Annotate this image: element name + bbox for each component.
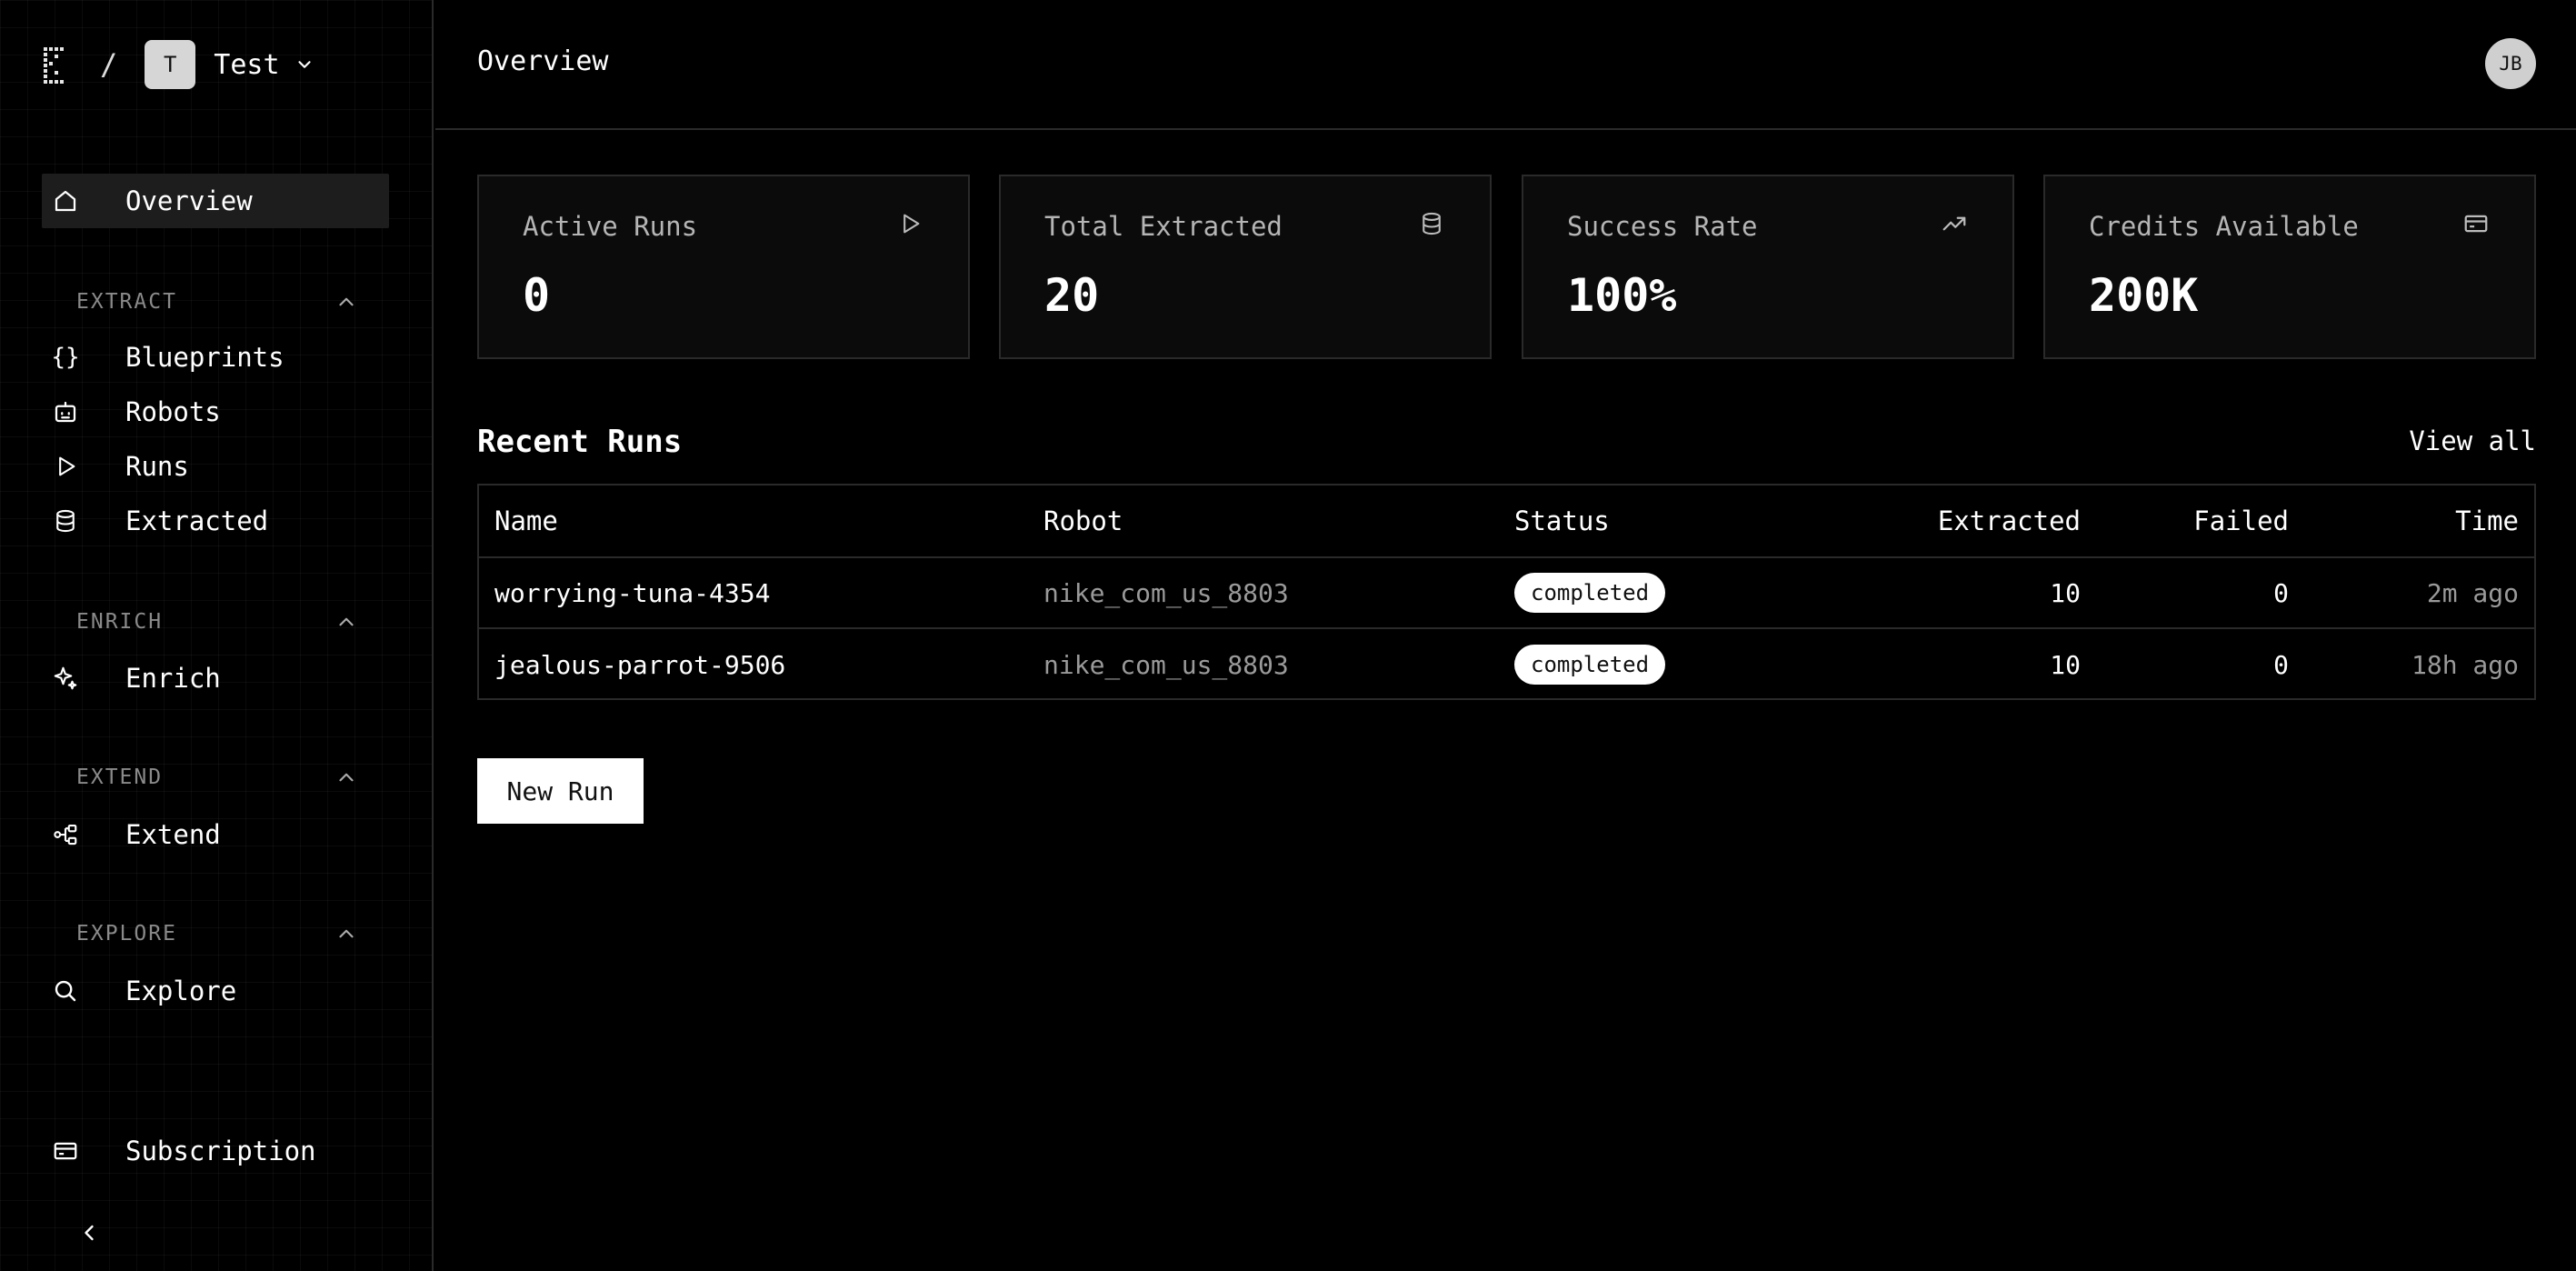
sidebar: / T Test Overview EXTRACT {} Blueprints [0,0,434,1271]
sidebar-item-runs[interactable]: Runs [42,439,389,494]
play-icon [42,439,89,494]
run-time: 2m ago [2426,577,2519,608]
stat-card-credits-available: Credits Available 200K [2043,175,2536,359]
sidebar-item-label: Robots [125,396,221,427]
collapse-sidebar-button[interactable] [76,1215,113,1251]
view-all-link[interactable]: View all [2409,425,2536,456]
table-row[interactable]: jealous-parrot-9506 nike_com_us_8803 com… [479,629,2534,700]
credit-card-icon [42,1124,89,1178]
sidebar-item-overview[interactable]: Overview [42,174,389,228]
recent-runs-table: Name Robot Status Extracted Failed Time … [477,484,2536,700]
app-root: / T Test Overview EXTRACT {} Blueprints [0,0,2576,1271]
sidebar-item-label: Extend [125,819,221,850]
trending-up-icon [1938,207,1971,240]
stat-value: 0 [523,269,551,322]
chevron-up-icon [339,297,354,306]
sidebar-item-label: Extracted [125,505,269,536]
stat-title: Success Rate [1567,211,1758,242]
sidebar-item-subscription[interactable]: Subscription [42,1124,389,1178]
table-header-row: Name Robot Status Extracted Failed Time [479,485,2534,558]
sidebar-item-label: Runs [125,451,189,482]
chevron-left-icon [85,1225,94,1241]
avatar[interactable]: JB [2485,38,2536,89]
run-failed: 0 [2273,649,2289,680]
status-badge: completed [1514,645,1666,685]
section-label: EXPLORE [76,922,177,946]
section-label: ENRICH [76,610,164,634]
home-icon [42,174,89,228]
table-row[interactable]: worrying-tuna-4354 nike_com_us_8803 comp… [479,558,2534,629]
page-title: Overview [477,45,609,77]
braces-icon: {} [51,344,80,371]
stat-title: Total Extracted [1044,211,1283,242]
chevron-down-icon [295,55,315,75]
section-enrich-header[interactable]: ENRICH [76,604,358,640]
status-badge: completed [1514,573,1666,613]
run-time: 18h ago [2411,649,2519,680]
stat-card-active-runs: Active Runs 0 [477,175,970,359]
run-robot: nike_com_us_8803 [1043,649,1289,680]
workspace-switcher[interactable]: / T Test [42,40,315,89]
workspace-badge: T [145,40,196,89]
sparkle-icon [42,651,89,706]
section-extract-header[interactable]: EXTRACT [76,284,358,320]
run-robot: nike_com_us_8803 [1043,577,1289,608]
stat-title: Credits Available [2089,211,2359,242]
play-icon [894,207,926,240]
top-bar: Overview JB [435,0,2576,130]
sidebar-item-label: Enrich [125,663,221,694]
sidebar-item-label: Blueprints [125,342,285,373]
workspace-name: Test [214,48,280,81]
search-icon [42,964,89,1018]
status-cell: completed [1514,629,1666,700]
stat-value: 100% [1567,269,1677,322]
recent-runs-title: Recent Runs [477,424,683,460]
chevron-up-icon [339,929,354,938]
sidebar-item-enrich[interactable]: Enrich [42,651,389,706]
chevron-up-icon [339,773,354,782]
new-run-button[interactable]: New Run [477,758,644,824]
run-name: worrying-tuna-4354 [494,577,771,608]
column-header-extracted: Extracted [1937,505,2081,536]
column-header-status: Status [1514,505,1610,536]
column-header-name: Name [494,505,558,536]
chevron-up-icon [339,617,354,626]
section-explore-header[interactable]: EXPLORE [76,916,358,952]
sidebar-item-extracted[interactable]: Extracted [42,494,389,548]
stat-card-total-extracted: Total Extracted 20 [999,175,1492,359]
stat-card-success-rate: Success Rate 100% [1522,175,2014,359]
sidebar-item-blueprints[interactable]: {} Blueprints [42,330,389,385]
stat-value: 200K [2089,269,2199,322]
section-extend-header[interactable]: EXTEND [76,759,358,796]
sidebar-item-extend[interactable]: Extend [42,807,389,862]
section-label: EXTEND [76,766,164,789]
workflow-icon [42,807,89,862]
run-name: jealous-parrot-9506 [494,649,786,680]
section-label: EXTRACT [76,290,177,314]
sidebar-item-robots[interactable]: Robots [42,385,389,439]
run-extracted: 10 [2050,577,2081,608]
sidebar-item-label: Subscription [125,1136,316,1166]
database-icon [42,494,89,548]
run-extracted: 10 [2050,649,2081,680]
status-cell: completed [1514,558,1666,627]
stat-value: 20 [1044,269,1100,322]
sidebar-item-label: Explore [125,976,237,1006]
stat-title: Active Runs [523,211,698,242]
breadcrumb-separator: / [100,47,118,82]
sidebar-item-explore[interactable]: Explore [42,964,389,1018]
robot-icon [42,385,89,439]
column-header-failed: Failed [2193,505,2289,536]
column-header-time: Time [2455,505,2519,536]
sidebar-item-label: Overview [125,185,253,216]
run-failed: 0 [2273,577,2289,608]
column-header-robot: Robot [1043,505,1123,536]
credit-card-icon [2460,207,2492,240]
database-icon [1415,207,1448,240]
logo-icon [42,45,73,85]
